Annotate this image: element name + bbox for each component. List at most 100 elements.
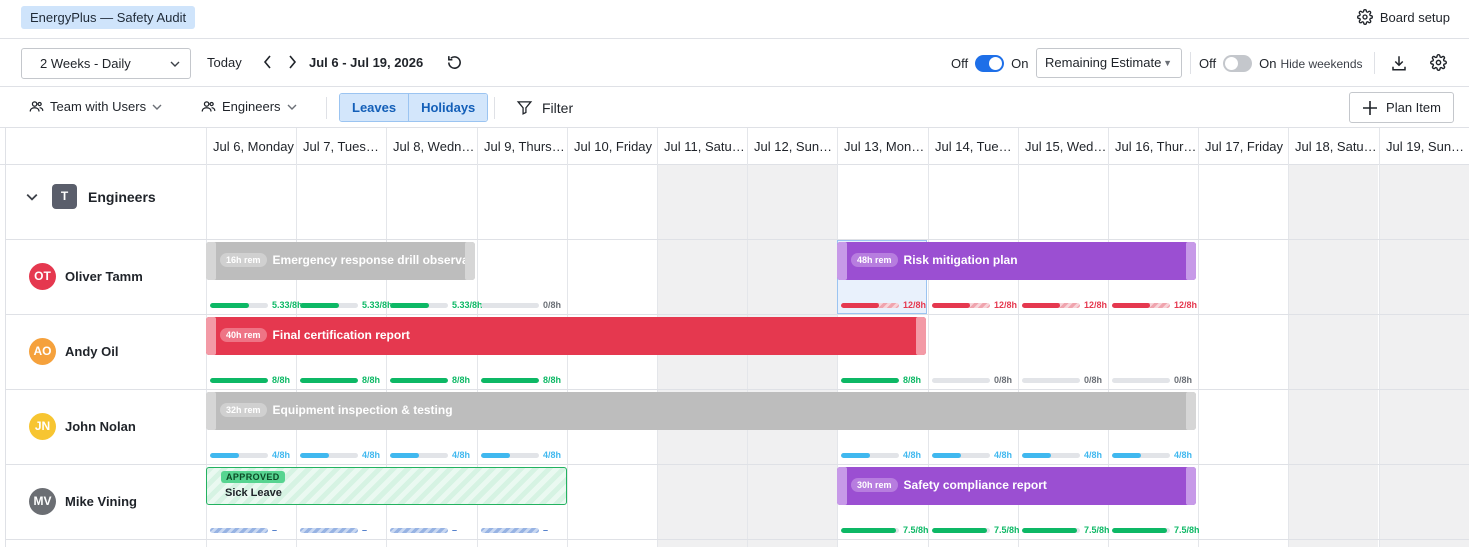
holidays-toggle-button[interactable]: Holidays bbox=[408, 94, 488, 121]
capacity-fill bbox=[841, 452, 870, 458]
gear-icon bbox=[1356, 9, 1373, 25]
task-title: Risk mitigation plan bbox=[903, 253, 1018, 267]
chevron-down-icon bbox=[170, 61, 180, 67]
avatar: JN bbox=[29, 413, 56, 440]
estimate-type-select[interactable]: Remaining Estimate ▼ bbox=[1036, 48, 1182, 78]
capacity-track bbox=[841, 527, 899, 533]
capacity-fill bbox=[300, 302, 339, 308]
capacity-track bbox=[932, 302, 990, 308]
row-divider bbox=[5, 464, 1469, 465]
capacity-label: 12/8h bbox=[903, 300, 927, 310]
user-name: Oliver Tamm bbox=[65, 269, 143, 284]
day-header-row: Jul 6, Monday Jul 7, Tuesday Jul 8, Wednes… bbox=[0, 128, 1469, 165]
capacity-indicator: 8/8h bbox=[390, 375, 470, 385]
user-name: Mike Vining bbox=[65, 494, 137, 509]
capacity-track bbox=[481, 377, 539, 383]
capacity-fill bbox=[210, 302, 249, 308]
task-bar[interactable]: 16h rem Emergency response drill observat… bbox=[206, 242, 475, 280]
day-header: Jul 8, Wednesday bbox=[386, 128, 476, 165]
capacity-fill bbox=[210, 377, 268, 383]
role-filter-dropdown[interactable]: Engineers bbox=[201, 99, 297, 114]
project-title[interactable]: EnergyPlus — Safety Audit bbox=[21, 6, 196, 29]
day-column bbox=[1198, 165, 1288, 547]
resize-handle-right[interactable] bbox=[1186, 242, 1196, 280]
user-row-label[interactable]: AO Andy Oil bbox=[29, 338, 118, 365]
download-icon[interactable] bbox=[1390, 54, 1408, 72]
filter-toolbar: Team with Users Engineers Leaves Holiday… bbox=[0, 87, 1469, 128]
row-divider bbox=[5, 539, 1469, 540]
task-bar[interactable]: 32h rem Equipment inspection & testing bbox=[206, 392, 1196, 430]
capacity-indicator: 8/8h bbox=[210, 375, 290, 385]
task-bar[interactable]: 30h rem Safety compliance report bbox=[837, 467, 1196, 505]
capacity-track bbox=[841, 377, 899, 383]
day-header: Jul 6, Monday bbox=[206, 128, 296, 165]
resize-handle-left[interactable] bbox=[837, 467, 847, 505]
capacity-fill bbox=[300, 452, 329, 458]
team-filter-label: Team with Users bbox=[50, 99, 147, 114]
day-header: Jul 12, Sunday bbox=[747, 128, 837, 165]
capacity-indicator: – bbox=[481, 525, 548, 535]
capacity-track bbox=[481, 452, 539, 458]
resize-handle-left[interactable] bbox=[206, 242, 216, 280]
refresh-icon[interactable] bbox=[446, 54, 463, 71]
chevron-down-icon[interactable] bbox=[26, 191, 38, 203]
resize-handle-right[interactable] bbox=[916, 317, 926, 355]
capacity-fill bbox=[1022, 452, 1051, 458]
remaining-estimate-toggle-group: Off On bbox=[951, 55, 1028, 72]
capacity-label: 0/8h bbox=[543, 300, 562, 310]
board-setup-button[interactable]: Board setup bbox=[1356, 9, 1450, 25]
users-icon bbox=[201, 101, 216, 112]
capacity-fill bbox=[1112, 527, 1167, 533]
user-row-label[interactable]: MV Mike Vining bbox=[29, 488, 137, 515]
hide-weekends-toggle[interactable] bbox=[1223, 55, 1253, 72]
estimate-type-value: Remaining Estimate bbox=[1045, 55, 1162, 70]
schedule-grid: Jul 6, Monday Jul 7, Tuesday Jul 8, Wednes… bbox=[0, 128, 1469, 547]
capacity-track bbox=[481, 302, 539, 308]
leaves-toggle-button[interactable]: Leaves bbox=[340, 94, 409, 121]
view-mode-select[interactable]: 2 Weeks - Daily bbox=[21, 48, 191, 79]
capacity-track bbox=[390, 302, 448, 308]
gear-icon[interactable] bbox=[1430, 54, 1447, 71]
user-row-label[interactable]: OT Oliver Tamm bbox=[29, 263, 143, 290]
capacity-track bbox=[300, 377, 358, 383]
filter-button[interactable]: Filter bbox=[516, 99, 573, 116]
capacity-fill bbox=[1112, 302, 1150, 308]
capacity-label: 0/8h bbox=[994, 375, 1013, 385]
capacity-label: 0/8h bbox=[1084, 375, 1103, 385]
avatar: OT bbox=[29, 263, 56, 290]
chevron-right-icon[interactable] bbox=[287, 55, 297, 69]
capacity-indicator: 7.5/8h bbox=[932, 525, 1020, 535]
resize-handle-right[interactable] bbox=[1186, 392, 1196, 430]
resize-handle-left[interactable] bbox=[837, 242, 847, 280]
capacity-indicator: 7.5/8h bbox=[1112, 525, 1200, 535]
task-bar[interactable]: 48h rem Risk mitigation plan bbox=[837, 242, 1196, 280]
resize-handle-left[interactable] bbox=[206, 317, 216, 355]
avatar: MV bbox=[29, 488, 56, 515]
divider bbox=[326, 97, 327, 119]
capacity-indicator: 5.33/8h bbox=[300, 300, 393, 310]
group-row-engineers[interactable]: T Engineers bbox=[26, 184, 156, 209]
capacity-label: 7.5/8h bbox=[994, 525, 1020, 535]
task-bar[interactable]: 40h rem Final certification report bbox=[206, 317, 926, 355]
day-header: Jul 16, Thursday bbox=[1108, 128, 1198, 165]
remaining-estimate-toggle[interactable] bbox=[975, 55, 1005, 72]
leave-bar[interactable]: APPROVED Sick Leave bbox=[206, 467, 567, 505]
resize-handle-right[interactable] bbox=[465, 242, 475, 280]
capacity-indicator: 7.5/8h bbox=[841, 525, 929, 535]
capacity-track bbox=[390, 452, 448, 458]
user-row-label[interactable]: JN John Nolan bbox=[29, 413, 136, 440]
task-title: Equipment inspection & testing bbox=[272, 403, 453, 417]
capacity-fill bbox=[481, 452, 510, 458]
toggle2-off-label: Off bbox=[1199, 56, 1217, 71]
resize-handle-left[interactable] bbox=[206, 392, 216, 430]
plan-item-button[interactable]: Plan Item bbox=[1349, 92, 1454, 123]
capacity-track bbox=[300, 302, 358, 308]
chevron-left-icon[interactable] bbox=[263, 55, 273, 69]
capacity-track bbox=[1022, 527, 1080, 533]
team-filter-dropdown[interactable]: Team with Users bbox=[29, 99, 162, 114]
day-header: Jul 15, Wednesday bbox=[1018, 128, 1108, 165]
row-divider bbox=[5, 389, 1469, 390]
today-button[interactable]: Today bbox=[207, 55, 242, 70]
resize-handle-right[interactable] bbox=[1186, 467, 1196, 505]
leaves-holidays-segmented: Leaves Holidays bbox=[339, 93, 489, 122]
